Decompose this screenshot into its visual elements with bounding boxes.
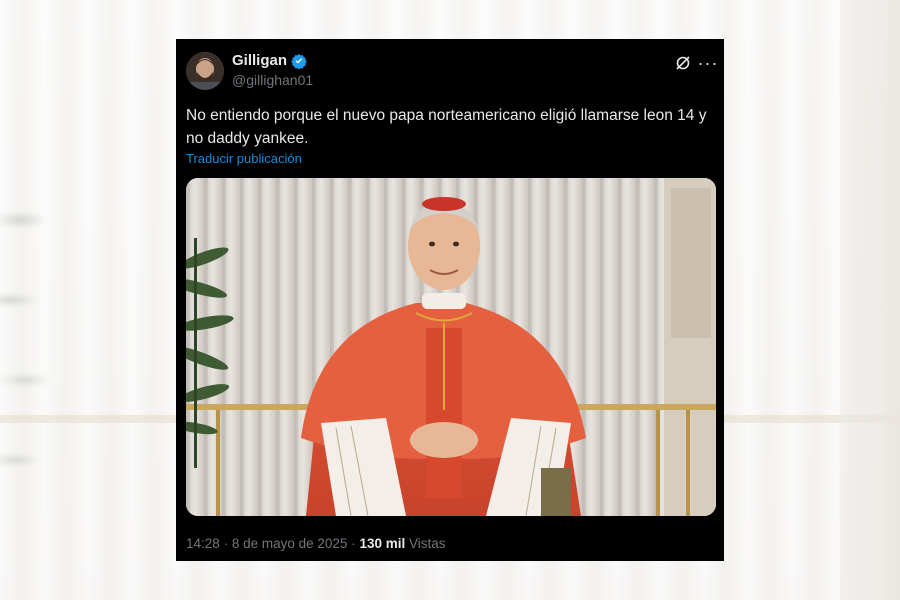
tweet-metadata: 14:28 · 8 de mayo de 2025 · 130 mil Vist… [186, 536, 446, 551]
views-label: Vistas [409, 536, 446, 551]
more-icon[interactable]: ··· [698, 53, 718, 73]
avatar[interactable] [186, 52, 224, 90]
tweet-date[interactable]: 8 de mayo de 2025 [232, 536, 348, 551]
tweet-media-image[interactable] [186, 178, 716, 516]
author-name-row: Gilligan [232, 52, 307, 69]
meta-separator: · [351, 536, 356, 551]
tweet-card: Gilligan @gillighan01 ··· No entiendo po… [176, 39, 724, 561]
handle[interactable]: @gillighan01 [232, 72, 313, 88]
meta-separator: · [223, 536, 229, 551]
verified-badge-icon [291, 53, 307, 69]
views-count: 130 mil [359, 536, 406, 551]
tweet-text: No entiendo porque el nuevo papa norteam… [186, 107, 707, 147]
translate-link[interactable]: Traducir publicación [186, 151, 302, 166]
grok-icon[interactable] [673, 53, 693, 73]
tweet-time[interactable]: 14:28 [186, 536, 220, 551]
display-name[interactable]: Gilligan [232, 52, 287, 69]
